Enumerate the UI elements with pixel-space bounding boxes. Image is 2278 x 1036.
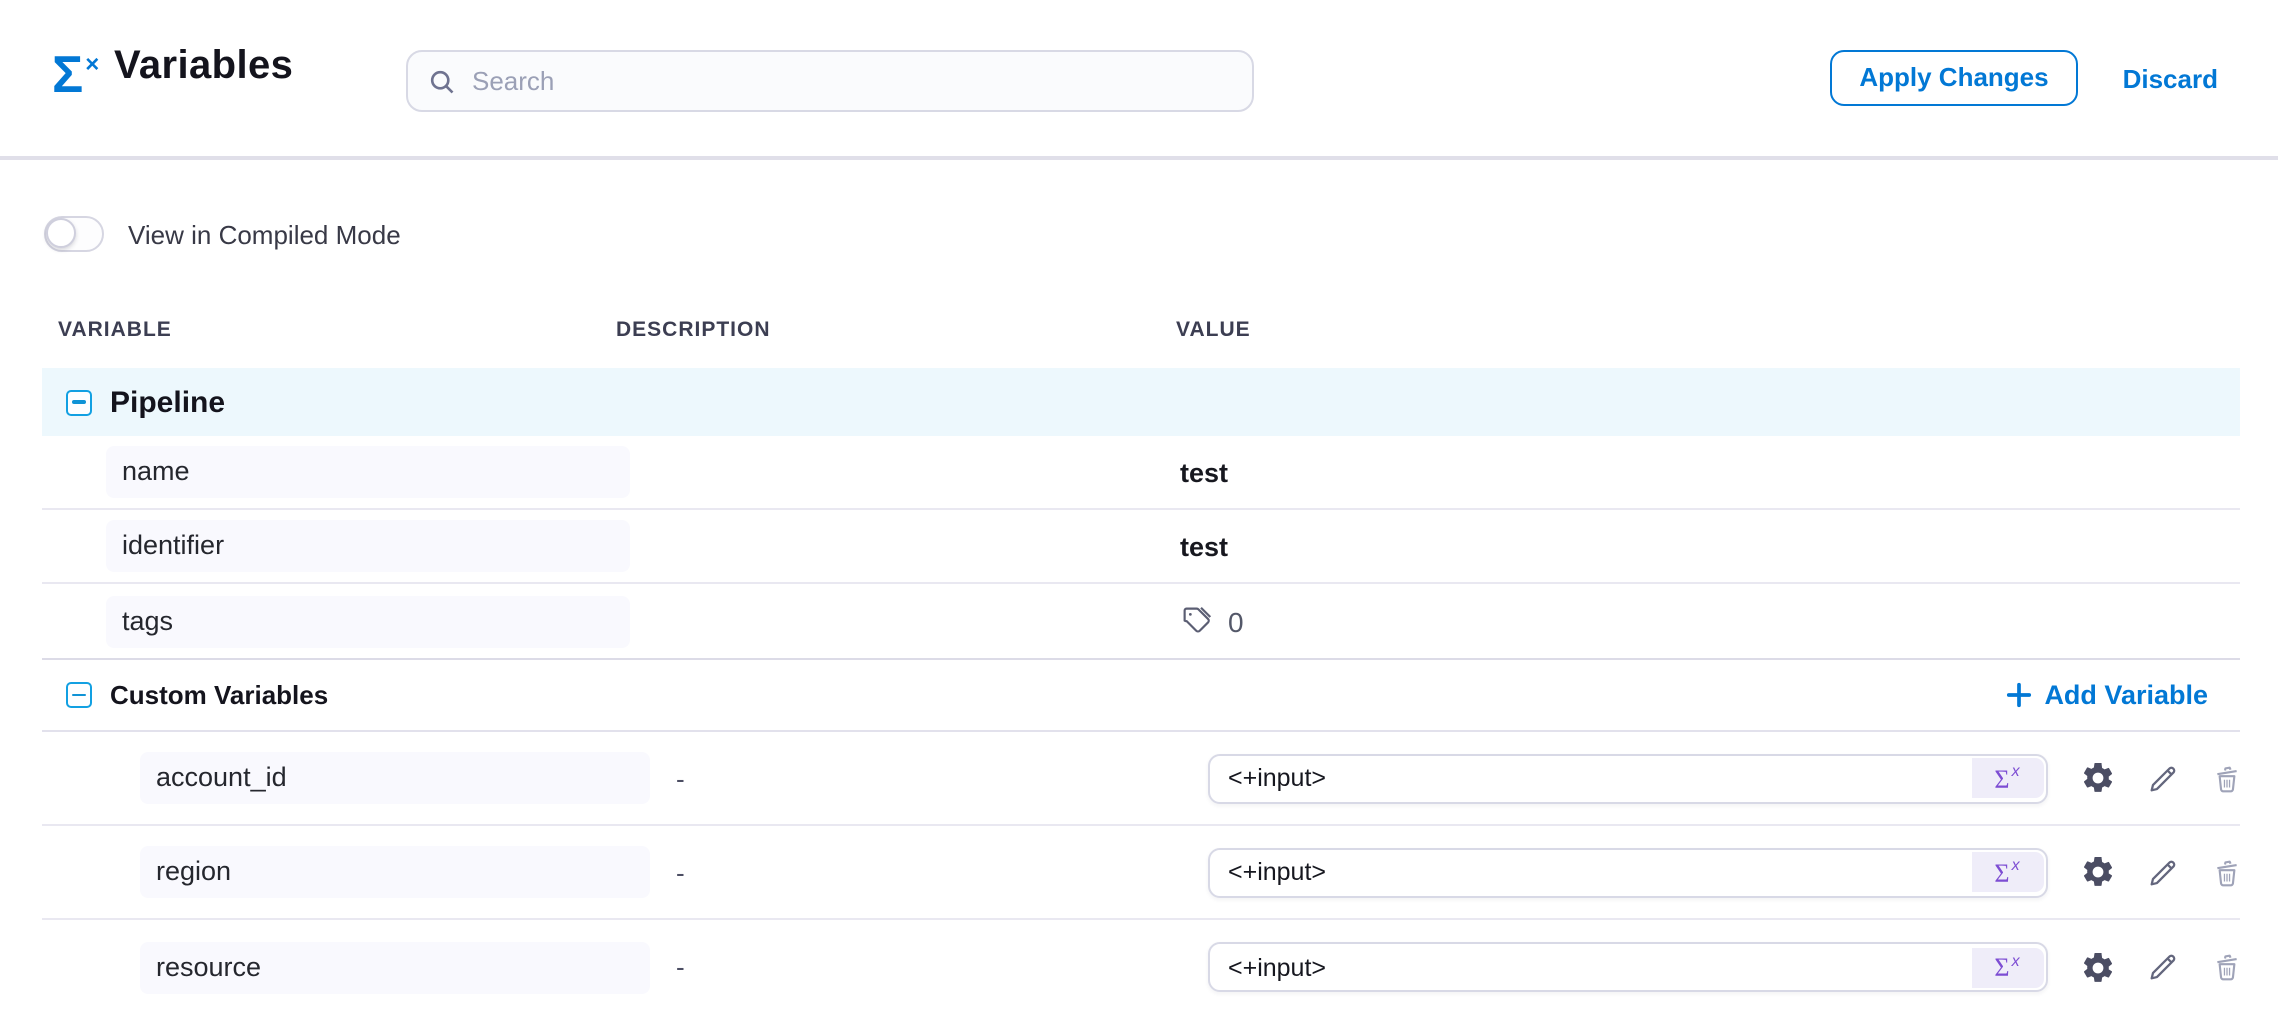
description-cell: - xyxy=(614,952,1174,982)
discard-button[interactable]: Discard xyxy=(2123,63,2218,93)
settings-button[interactable] xyxy=(2080,854,2116,890)
tags-count: 0 xyxy=(1228,605,1244,637)
row-actions xyxy=(2080,854,2244,890)
value-input-wrap: Σ x xyxy=(1208,942,2048,992)
value-input-wrap: Σ x xyxy=(1208,753,2048,803)
tags-value: 0 xyxy=(1174,604,1244,638)
sigma-sup-icon: × xyxy=(85,52,99,76)
gear-icon xyxy=(2080,854,2116,890)
tag-icon xyxy=(1180,604,1214,638)
value-input[interactable] xyxy=(1210,755,2046,801)
add-variable-label: Add Variable xyxy=(2044,680,2208,710)
trash-icon xyxy=(2210,950,2244,984)
runtime-input-chip[interactable]: Σ x xyxy=(1971,947,2043,987)
compiled-mode-row: View in Compiled Mode xyxy=(44,216,2278,252)
delete-button[interactable] xyxy=(2210,761,2244,795)
collapse-custom-variables-icon[interactable] xyxy=(66,682,92,708)
table-row-account-id: account_id - Σ x xyxy=(42,732,2240,826)
pencil-icon xyxy=(2146,855,2180,889)
description-cell: - xyxy=(614,857,1174,887)
pencil-icon xyxy=(2146,950,2180,984)
table-row-tags: tags 0 xyxy=(42,584,2240,658)
search-box[interactable] xyxy=(406,50,1254,112)
gear-icon xyxy=(2080,760,2116,796)
runtime-input-chip[interactable]: Σ x xyxy=(1971,852,2043,892)
table-row-identifier: identifier test xyxy=(42,510,2240,584)
runtime-sup-icon: x xyxy=(2012,764,2020,780)
compiled-mode-label: View in Compiled Mode xyxy=(128,219,401,249)
table-row-region: region - Σ x xyxy=(42,826,2240,920)
search-input[interactable] xyxy=(472,66,1232,96)
add-variable-button[interactable]: Add Variable xyxy=(2006,680,2208,710)
runtime-sigma-icon: Σ xyxy=(1994,859,2009,885)
runtime-sup-icon: x xyxy=(2012,953,2020,969)
edit-button[interactable] xyxy=(2146,950,2180,984)
page-title: Variables xyxy=(114,44,293,90)
variables-panel: Σ × Variables Apply Changes Discard View… xyxy=(0,0,2278,1036)
column-header-description: DESCRIPTION xyxy=(614,318,1174,342)
plus-icon xyxy=(2006,682,2032,708)
value-input-wrap: Σ x xyxy=(1208,847,2048,897)
pipeline-section-title: Pipeline xyxy=(110,385,225,419)
row-actions xyxy=(2080,760,2244,796)
custom-variables-section-title: Custom Variables xyxy=(110,680,328,710)
value-text: test xyxy=(1174,457,1228,487)
table-row-resource: resource - Σ x xyxy=(42,920,2240,1014)
variables-logo-icon: Σ × xyxy=(52,48,99,100)
variable-name-label: identifier xyxy=(106,520,630,572)
column-header-value: VALUE xyxy=(1174,318,2240,342)
variables-table: VARIABLE DESCRIPTION VALUE Pipeline name… xyxy=(42,304,2240,1014)
runtime-sup-icon: x xyxy=(2012,858,2020,874)
variable-name-label: tags xyxy=(106,595,630,647)
table-row-name: name test xyxy=(42,436,2240,510)
runtime-input-chip[interactable]: Σ x xyxy=(1971,758,2043,798)
toggle-knob-icon xyxy=(46,218,76,248)
settings-button[interactable] xyxy=(2080,760,2116,796)
trash-icon xyxy=(2210,761,2244,795)
runtime-sigma-icon: Σ xyxy=(1994,954,2009,980)
runtime-sigma-icon: Σ xyxy=(1994,765,2009,791)
row-actions xyxy=(2080,949,2244,985)
top-bar: Σ × Variables Apply Changes Discard xyxy=(0,0,2278,160)
search-icon xyxy=(428,67,456,95)
top-bar-actions: Apply Changes Discard xyxy=(1829,0,2218,156)
value-text: test xyxy=(1174,531,1228,561)
settings-button[interactable] xyxy=(2080,949,2116,985)
variable-name-label: account_id xyxy=(140,752,650,804)
variable-name-label: resource xyxy=(140,941,650,993)
sigma-icon: Σ xyxy=(52,48,83,100)
pencil-icon xyxy=(2146,761,2180,795)
variable-name-label: name xyxy=(106,446,630,498)
edit-button[interactable] xyxy=(2146,761,2180,795)
delete-button[interactable] xyxy=(2210,855,2244,889)
value-input[interactable] xyxy=(1210,849,2046,895)
value-input[interactable] xyxy=(1210,944,2046,990)
pipeline-section-header: Pipeline xyxy=(42,368,2240,436)
variable-name-label: region xyxy=(140,846,650,898)
trash-icon xyxy=(2210,855,2244,889)
edit-button[interactable] xyxy=(2146,855,2180,889)
description-cell: - xyxy=(614,763,1174,793)
column-header-variable: VARIABLE xyxy=(42,318,614,342)
table-column-headers: VARIABLE DESCRIPTION VALUE xyxy=(42,304,2240,356)
delete-button[interactable] xyxy=(2210,950,2244,984)
collapse-pipeline-icon[interactable] xyxy=(66,389,92,415)
apply-changes-button[interactable]: Apply Changes xyxy=(1829,50,2078,105)
compiled-mode-toggle[interactable] xyxy=(44,216,104,252)
custom-variables-section-header: Custom Variables Add Variable xyxy=(42,658,2240,732)
gear-icon xyxy=(2080,949,2116,985)
